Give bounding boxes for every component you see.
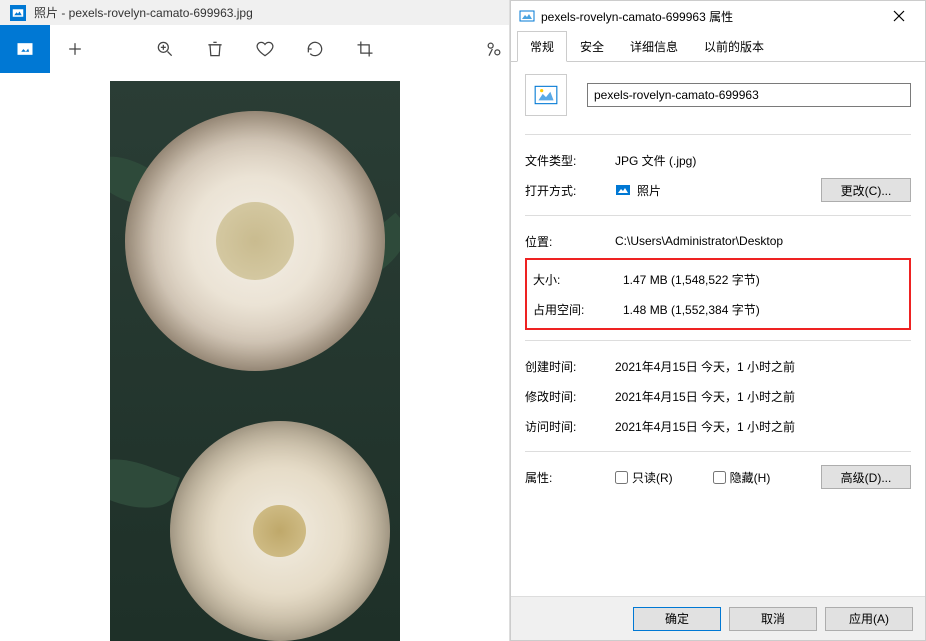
photos-app-icon (615, 182, 631, 198)
cancel-button[interactable]: 取消 (729, 607, 817, 631)
crop-button[interactable] (340, 25, 390, 73)
accessed-value: 2021年4月15日 今天，1 小时之前 (615, 418, 911, 435)
filetype-value: JPG 文件 (.jpg) (615, 152, 911, 169)
tab-details[interactable]: 详细信息 (617, 31, 691, 62)
modified-value: 2021年4月15日 今天，1 小时之前 (615, 388, 911, 405)
rotate-button[interactable] (290, 25, 340, 73)
readonly-checkbox[interactable]: 只读(R) (615, 469, 673, 486)
file-type-icon (525, 74, 567, 116)
gallery-button[interactable] (0, 25, 50, 73)
properties-dialog: pexels-rovelyn-camato-699963 属性 常规 安全 详细… (510, 0, 926, 641)
accessed-label: 访问时间: (525, 418, 615, 435)
tab-security[interactable]: 安全 (567, 31, 617, 62)
sizeondisk-value: 1.48 MB (1,552,384 字节) (623, 301, 903, 318)
location-value: C:\Users\Administrator\Desktop (615, 234, 911, 248)
size-value: 1.47 MB (1,548,522 字节) (623, 271, 903, 288)
tab-general[interactable]: 常规 (517, 31, 567, 62)
location-label: 位置: (525, 233, 615, 250)
properties-tabs: 常规 安全 详细信息 以前的版本 (511, 31, 925, 62)
filetype-label: 文件类型: (525, 152, 615, 169)
add-button[interactable] (50, 25, 100, 73)
zoom-button[interactable] (140, 25, 190, 73)
photo-viewer-window: 照片 - pexels-rovelyn-camato-699963.jpg (0, 0, 510, 641)
modified-label: 修改时间: (525, 388, 615, 405)
advanced-button[interactable]: 高级(D)... (821, 465, 911, 489)
properties-title: pexels-rovelyn-camato-699963 属性 (541, 8, 876, 25)
tab-previous-versions[interactable]: 以前的版本 (691, 31, 777, 62)
photo-canvas[interactable] (0, 73, 509, 641)
size-label: 大小: (533, 271, 623, 288)
properties-titlebar: pexels-rovelyn-camato-699963 属性 (511, 1, 925, 31)
apply-button[interactable]: 应用(A) (825, 607, 913, 631)
properties-body: 文件类型: JPG 文件 (.jpg) 打开方式: 照片 更改(C)... 位置… (511, 62, 925, 596)
edit-icon[interactable] (479, 25, 509, 73)
hidden-checkbox[interactable]: 隐藏(H) (713, 469, 771, 486)
filename-input[interactable] (587, 83, 911, 107)
photo-app-icon (10, 5, 26, 21)
photo-titlebar: 照片 - pexels-rovelyn-camato-699963.jpg (0, 0, 509, 25)
size-highlight-box: 大小: 1.47 MB (1,548,522 字节) 占用空间: 1.48 MB… (525, 258, 911, 330)
properties-footer: 确定 取消 应用(A) (511, 596, 925, 640)
sizeondisk-label: 占用空间: (533, 301, 623, 318)
ok-button[interactable]: 确定 (633, 607, 721, 631)
close-button[interactable] (876, 2, 921, 30)
openwith-label: 打开方式: (525, 182, 615, 199)
photo-window-title: 照片 - pexels-rovelyn-camato-699963.jpg (34, 4, 253, 21)
created-label: 创建时间: (525, 358, 615, 375)
created-value: 2021年4月15日 今天，1 小时之前 (615, 358, 911, 375)
delete-button[interactable] (190, 25, 240, 73)
photo-toolbar (0, 25, 509, 73)
change-button[interactable]: 更改(C)... (821, 178, 911, 202)
favorite-button[interactable] (240, 25, 290, 73)
file-icon-small (519, 8, 535, 24)
openwith-value: 照片 (637, 182, 661, 199)
displayed-image (110, 81, 400, 641)
attributes-label: 属性: (525, 469, 615, 486)
